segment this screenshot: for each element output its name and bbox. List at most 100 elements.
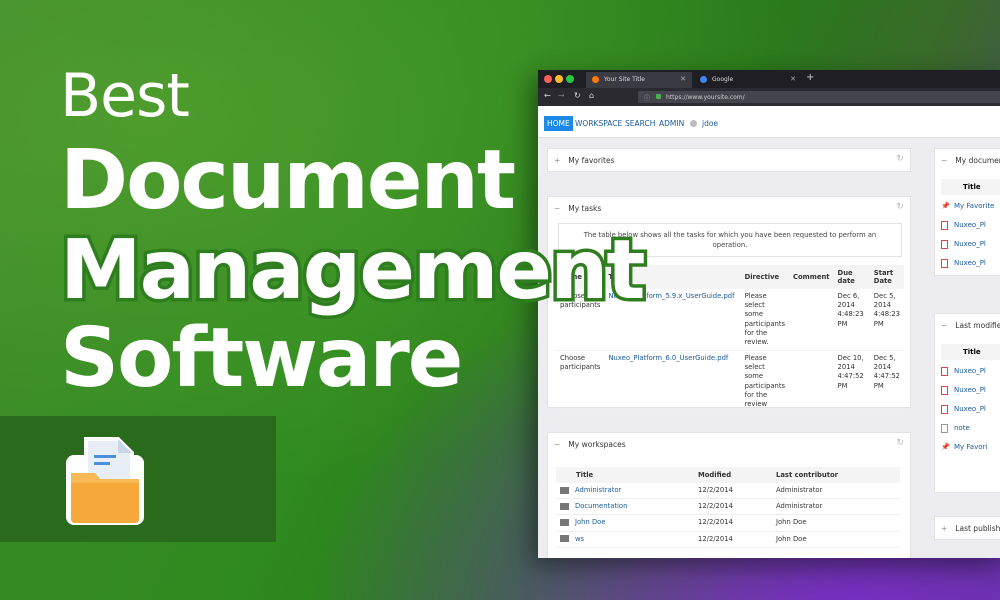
reload-icon[interactable]: ↻: [574, 91, 581, 100]
last-modified-panel: −Last modifie Title Nuxeo_Pl Nuxeo_Pl Nu…: [934, 313, 1000, 493]
list-item[interactable]: Nuxeo_Pl: [941, 216, 994, 235]
list-item[interactable]: Nuxeo_Pl: [941, 381, 987, 400]
list-item[interactable]: 📌My Favorite: [941, 197, 994, 216]
panel-title: Last publish: [955, 524, 1000, 533]
table-row: Administrator 12/2/2014 Administrator: [556, 483, 900, 499]
col-header[interactable]: Title: [941, 344, 1000, 360]
list-item[interactable]: Nuxeo_Pl: [941, 362, 987, 381]
task-due-date: Dec 6, 2014 4:48:23 PM: [834, 289, 870, 351]
back-icon[interactable]: ←: [544, 91, 551, 100]
google-icon: [700, 76, 707, 83]
panel-title: My documen: [955, 156, 1000, 165]
home-icon[interactable]: ⌂: [589, 91, 594, 100]
panel-title: My tasks: [568, 204, 601, 213]
pin-icon: 📌: [941, 197, 948, 216]
pin-icon: 📌: [941, 438, 948, 457]
col-header[interactable]: Comment: [789, 265, 834, 289]
col-header[interactable]: Due date: [834, 265, 870, 289]
tab-title: Your Site Title: [604, 76, 645, 83]
folder-icon: [560, 535, 569, 542]
collapse-toggle[interactable]: −: [941, 321, 947, 330]
collapse-toggle[interactable]: −: [554, 204, 560, 213]
panel-title: My favorites: [568, 156, 614, 165]
workspaces-panel: −My workspaces ↻ Title Modified Last con…: [547, 432, 911, 558]
panel-title: Last modifie: [955, 321, 1000, 330]
refresh-icon[interactable]: ↻: [896, 438, 904, 448]
my-documents-panel: −My documen Title 📌My Favorite Nuxeo_Pl …: [934, 148, 1000, 276]
maximize-window-icon[interactable]: [566, 75, 574, 83]
pdf-icon: [941, 240, 948, 249]
modified-date: 12/2/2014: [694, 531, 772, 547]
refresh-icon[interactable]: ↻: [896, 202, 904, 212]
info-icon: ⓘ: [644, 93, 650, 102]
last-contributor: Administrator: [772, 499, 900, 515]
app-nav: HOME WORKSPACE SEARCH ADMIN jdoe: [538, 106, 1000, 138]
url-text: https://www.yoursite.com/: [666, 94, 745, 101]
task-comment: [789, 289, 834, 351]
last-contributor: Administrator: [772, 483, 900, 499]
workspace-link[interactable]: Administrator: [575, 486, 621, 494]
table-row: Choose participants Nuxeo_Platform_6.0_U…: [556, 351, 904, 413]
col-header[interactable]: Start Date: [870, 265, 904, 289]
nav-workspace[interactable]: WORKSPACE: [572, 116, 625, 131]
close-tab-icon[interactable]: ✕: [680, 75, 686, 83]
headline-management: Management: [60, 230, 644, 312]
headline-software: Software: [60, 318, 461, 400]
workspaces-table: Title Modified Last contributor Administ…: [556, 467, 900, 548]
lock-icon: [656, 94, 661, 99]
workspace-link[interactable]: Documentation: [575, 502, 627, 510]
my-documents-list: 📌My Favorite Nuxeo_Pl Nuxeo_Pl Nuxeo_Pl: [941, 197, 994, 273]
folder-icon: [560, 487, 569, 494]
user-icon: [690, 120, 697, 127]
col-header[interactable]: Directive: [741, 265, 789, 289]
table-row: John Doe 12/2/2014 John Doe: [556, 515, 900, 531]
close-window-icon[interactable]: [544, 75, 552, 83]
list-item[interactable]: Nuxeo_Pl: [941, 254, 994, 273]
task-directive: Please select some participants for the …: [741, 351, 789, 413]
panel-title: My workspaces: [568, 440, 625, 449]
pdf-icon: [941, 367, 948, 376]
nav-admin[interactable]: ADMIN: [656, 116, 687, 131]
nav-search[interactable]: SEARCH: [622, 116, 658, 131]
nav-user[interactable]: jdoe: [699, 116, 721, 131]
pdf-icon: [941, 386, 948, 395]
close-tab-icon[interactable]: ✕: [790, 75, 796, 83]
workspace-link[interactable]: ws: [575, 535, 584, 543]
forward-icon[interactable]: →: [558, 91, 565, 100]
browser-tab-site[interactable]: Your Site Title ✕: [586, 72, 692, 88]
collapse-toggle[interactable]: −: [554, 440, 560, 449]
refresh-icon[interactable]: ↻: [896, 154, 904, 164]
headline-document: Document: [60, 140, 514, 222]
folder-document-icon: [64, 435, 146, 527]
new-tab-icon[interactable]: +: [806, 72, 814, 83]
list-item[interactable]: Nuxeo_Pl: [941, 235, 994, 254]
col-header[interactable]: Last contributor: [772, 467, 900, 483]
expand-toggle[interactable]: +: [941, 524, 947, 533]
table-row: ws 12/2/2014 John Doe: [556, 531, 900, 547]
task-start-date: Dec 5, 2014 4:47:52 PM: [870, 351, 904, 413]
col-header[interactable]: Title: [556, 467, 694, 483]
favorites-panel: + My favorites ↻: [547, 148, 911, 172]
task-due-date: Dec 10, 2014 4:47:52 PM: [834, 351, 870, 413]
task-title-link[interactable]: Nuxeo_Platform_6.0_UserGuide.pdf: [604, 351, 740, 413]
nav-home[interactable]: HOME: [544, 116, 573, 131]
col-header[interactable]: Title: [941, 179, 1000, 195]
task-start-date: Dec 5, 2014 4:48:23 PM: [870, 289, 904, 351]
browser-tab-google[interactable]: Google ✕: [694, 72, 802, 88]
firefox-icon: [592, 76, 599, 83]
last-contributor: John Doe: [772, 531, 900, 547]
collapse-toggle[interactable]: −: [941, 156, 947, 165]
modified-date: 12/2/2014: [694, 499, 772, 515]
col-header[interactable]: Modified: [694, 467, 772, 483]
workspace-link[interactable]: John Doe: [575, 518, 606, 526]
note-icon: [941, 424, 948, 433]
address-input[interactable]: ⓘ https://www.yoursite.com/: [638, 91, 1000, 103]
tab-title: Google: [712, 76, 733, 83]
list-item[interactable]: Nuxeo_Pl: [941, 400, 987, 419]
last-contributor: John Doe: [772, 515, 900, 531]
minimize-window-icon[interactable]: [555, 75, 563, 83]
list-item[interactable]: note: [941, 419, 987, 438]
list-item[interactable]: 📌My Favori: [941, 438, 987, 457]
expand-toggle[interactable]: +: [554, 156, 560, 165]
modified-date: 12/2/2014: [694, 515, 772, 531]
